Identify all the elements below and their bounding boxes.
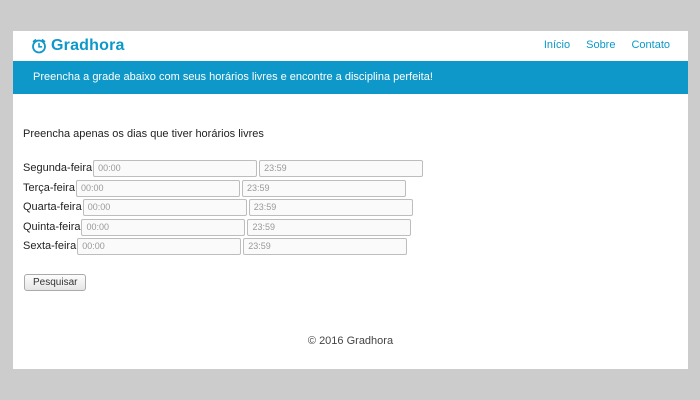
day-row-terca: Terça-feira <box>23 179 406 197</box>
end-time-input[interactable] <box>243 237 408 255</box>
nav-link-contato[interactable]: Contato <box>631 39 670 51</box>
day-label: Quarta-feira <box>23 201 82 213</box>
form-instruction: Preencha apenas os dias que tiver horári… <box>23 128 264 140</box>
end-time-input[interactable] <box>247 218 412 236</box>
day-label: Segunda-feira <box>23 162 93 174</box>
end-time-input[interactable] <box>248 198 413 216</box>
brand-logo[interactable]: Gradhora <box>31 36 125 56</box>
day-label: Terça-feira <box>23 182 75 194</box>
start-time-input[interactable] <box>93 159 258 177</box>
day-row-quinta: Quinta-feira <box>23 218 412 236</box>
day-label: Sexta-feira <box>23 240 77 252</box>
day-row-segunda: Segunda-feira <box>23 159 424 177</box>
start-time-input[interactable] <box>75 179 240 197</box>
banner-text: Preencha a grade abaixo com seus horário… <box>33 71 433 83</box>
page: Gradhora Início Sobre Contato Preencha a… <box>13 31 688 369</box>
banner: Preencha a grade abaixo com seus horário… <box>13 61 688 94</box>
nav-link-sobre[interactable]: Sobre <box>586 39 615 51</box>
end-time-input[interactable] <box>259 159 424 177</box>
day-label: Quinta-feira <box>23 221 81 233</box>
start-time-input[interactable] <box>82 198 247 216</box>
end-time-input[interactable] <box>241 179 406 197</box>
brand-name: Gradhora <box>51 37 125 54</box>
start-time-input[interactable] <box>77 237 242 255</box>
day-row-quarta: Quarta-feira <box>23 198 413 216</box>
search-button[interactable]: Pesquisar <box>24 274 87 291</box>
nav-link-inicio[interactable]: Início <box>544 39 570 51</box>
navbar: Gradhora Início Sobre Contato <box>13 31 688 61</box>
nav-links: Início Sobre Contato <box>544 39 670 51</box>
day-row-sexta: Sexta-feira <box>23 237 408 255</box>
footer-copyright: © 2016 Gradhora <box>307 335 394 347</box>
start-time-input[interactable] <box>81 218 246 236</box>
clock-icon <box>31 38 47 54</box>
